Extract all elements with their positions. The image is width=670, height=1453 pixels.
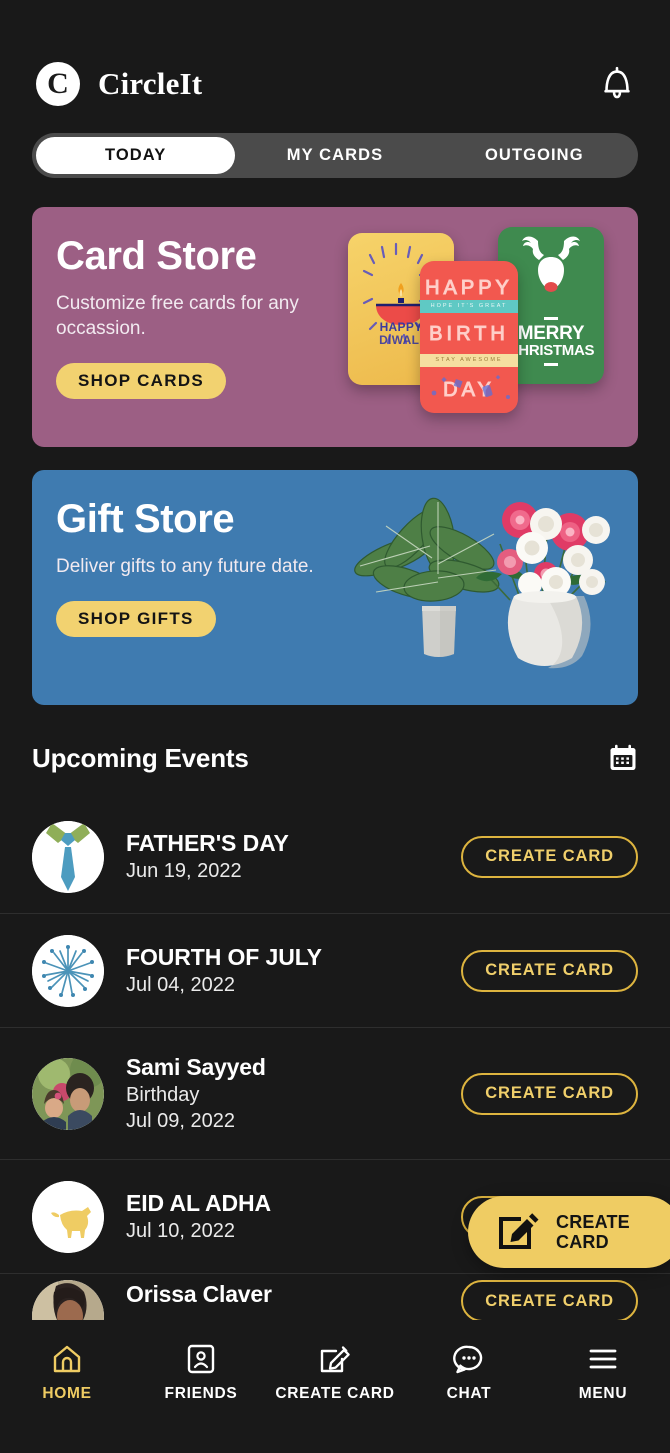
nav-item-create-card[interactable]: CREATE CARD [268,1342,402,1403]
card-store-artwork: HAPPY DIWALI MERRY CHRISTMAS HAPPY HOPE … [338,207,638,447]
home-icon [51,1342,83,1376]
table-row[interactable]: Orissa Claver CREATE CARD [0,1274,670,1320]
card-store-title: Card Store [56,234,257,278]
event-info: FOURTH OF JULY Jul 04, 2022 [126,943,461,997]
card-store-banner[interactable]: Card Store Customize free cards for any … [32,207,638,447]
nav-item-home[interactable]: HOME [0,1342,134,1403]
nav-item-menu[interactable]: MENU [536,1342,670,1403]
event-info: Sami Sayyed Birthday Jul 09, 2022 [126,1053,461,1133]
page-title: Upcoming Events [32,742,249,773]
event-info: Orissa Claver [126,1280,461,1308]
app-root: C CircleIt TODAY MY CARDS OUTGOING Card … [0,0,670,1453]
floating-create-card-button[interactable]: CREATE CARD [468,1196,670,1268]
fab-label-line2: CARD [556,1232,609,1252]
avatar [32,1057,104,1130]
event-date: Jun 19, 2022 [126,859,242,882]
segmented-tabs: TODAY MY CARDS OUTGOING [32,133,638,178]
event-info: FATHER'S DAY Jun 19, 2022 [126,829,461,883]
event-occasion: Birthday [126,1083,200,1106]
avatar [32,1280,104,1320]
bell-icon[interactable] [594,61,640,107]
crescent-goat-icon [32,1180,104,1253]
upcoming-events-header: Upcoming Events [32,738,638,778]
nav-label-friends: FRIENDS [164,1385,238,1402]
table-row[interactable]: FATHER'S DAY Jun 19, 2022 CREATE CARD [0,800,670,914]
event-info: EID AL ADHA Jul 10, 2022 [126,1189,461,1243]
hamburger-menu-icon [588,1342,618,1376]
nav-label-create-card: CREATE CARD [275,1385,395,1402]
necktie-icon [32,820,104,893]
fireworks-icon [32,934,104,1007]
calendar-icon[interactable] [608,743,638,773]
birthday-band-1: HOPE IT'S GREAT [420,300,518,313]
gift-store-text: Gift Store Deliver gifts to any future d… [56,497,314,638]
create-card-button[interactable]: CREATE CARD [461,949,638,992]
tab-outgoing[interactable]: OUTGOING [435,137,634,174]
top-bar: C CircleIt [0,0,670,128]
nav-label-home: HOME [42,1385,92,1402]
birthday-band-2: STAY AWESOME [420,354,518,367]
circleit-logo-icon: C [36,62,80,106]
event-name: FATHER'S DAY [126,830,289,857]
brand-name: CircleIt [98,66,203,101]
nav-label-chat: CHAT [446,1385,492,1402]
event-name: EID AL ADHA [126,1190,271,1217]
tab-my-cards[interactable]: MY CARDS [235,137,434,174]
contact-card-icon [186,1342,216,1376]
brand-logo[interactable]: C CircleIt [36,62,202,106]
shop-gifts-button[interactable]: SHOP GIFTS [56,601,216,638]
gift-store-subtitle: Deliver gifts to any future date. [56,556,314,577]
event-name: Orissa Claver [126,1281,272,1307]
card-store-text: Card Store Customize free cards for any … [56,234,316,400]
birthday-word-2: BIRTH [429,323,509,346]
gift-store-title: Gift Store [56,497,235,541]
birthday-word-1: HAPPY [425,277,513,300]
nav-label-menu: MENU [578,1385,628,1402]
create-card-button[interactable]: CREATE CARD [461,835,638,878]
compose-card-icon [494,1207,540,1258]
event-date: Jul 09, 2022 [126,1109,235,1132]
fab-label-line1: CREATE [556,1211,630,1232]
shop-cards-button[interactable]: SHOP CARDS [56,363,227,400]
event-name: Sami Sayyed [126,1054,266,1081]
table-row[interactable]: FOURTH OF JULY Jul 04, 2022 CREATE CARD [0,914,670,1028]
event-name: FOURTH OF JULY [126,944,322,971]
event-date: Jul 04, 2022 [126,973,235,996]
birthday-card-art: HAPPY HOPE IT'S GREAT BIRTH STAY AWESOME… [420,261,518,413]
nav-item-chat[interactable]: CHAT [402,1342,536,1403]
bottom-navigation: HOME FRIENDS CREATE CARD CHAT MENU [0,1320,670,1453]
potted-plants-image [334,478,634,700]
chat-bubble-icon [453,1342,485,1376]
tab-today[interactable]: TODAY [36,137,236,174]
gift-store-banner[interactable]: Gift Store Deliver gifts to any future d… [32,470,638,705]
create-card-button[interactable]: CREATE CARD [461,1280,638,1320]
table-row[interactable]: Sami Sayyed Birthday Jul 09, 2022 CREATE… [0,1028,670,1160]
create-card-button[interactable]: CREATE CARD [461,1072,638,1115]
nav-item-friends[interactable]: FRIENDS [134,1342,268,1403]
fab-label: CREATE CARD [556,1212,630,1252]
compose-card-icon [318,1342,352,1376]
logo-letter: C [47,67,69,100]
event-date: Jul 10, 2022 [126,1219,235,1242]
card-store-subtitle: Customize free cards for any occassion. [56,293,299,340]
